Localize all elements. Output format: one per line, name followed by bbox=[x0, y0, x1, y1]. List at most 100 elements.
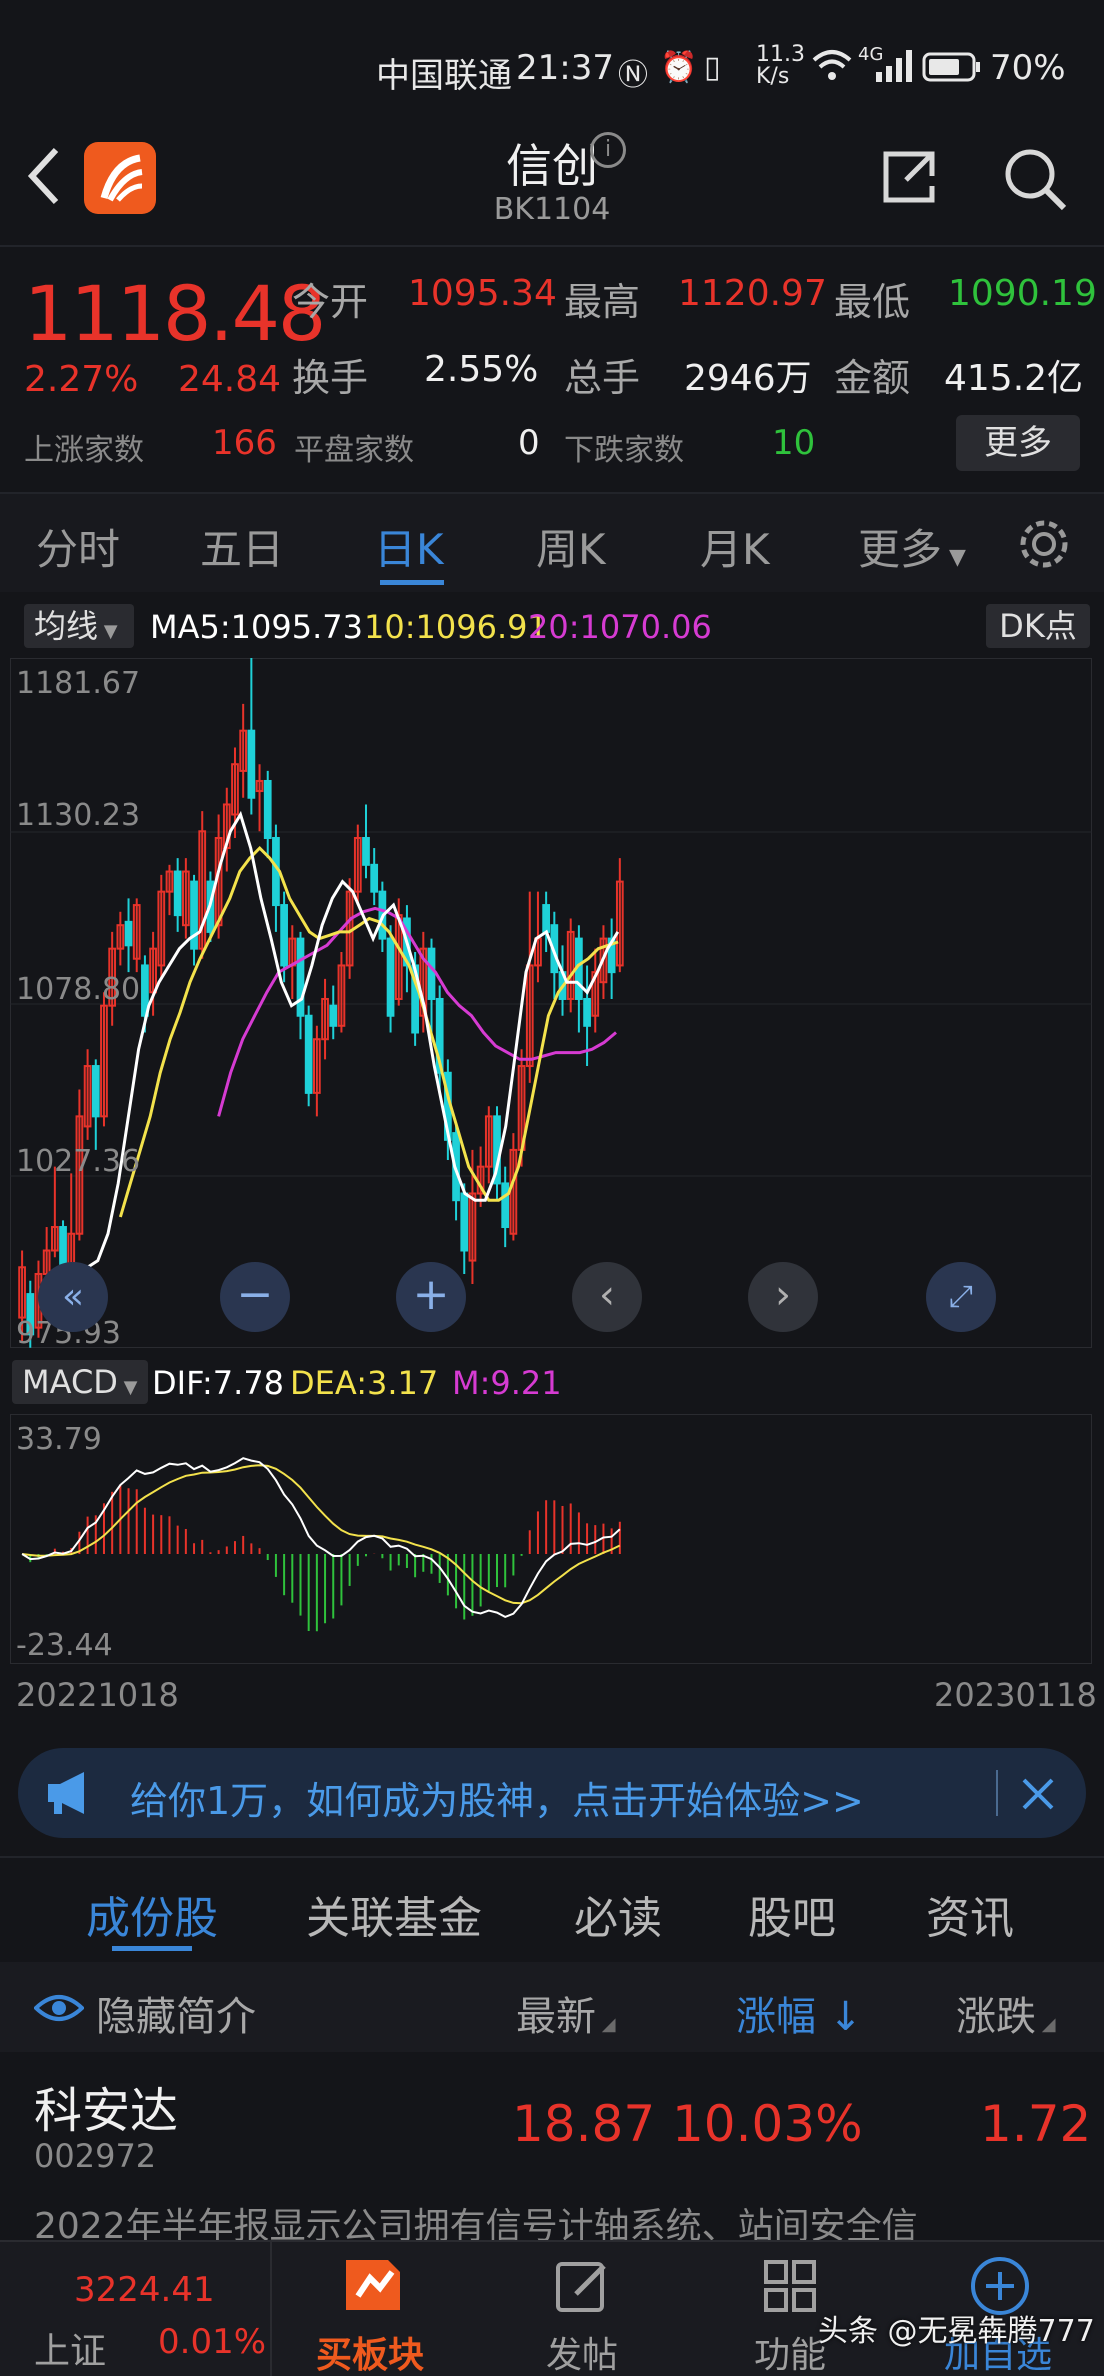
nav-divider bbox=[270, 2242, 272, 2376]
candle-body bbox=[501, 1182, 510, 1229]
grid-icon[interactable] bbox=[762, 2258, 818, 2314]
date-end: 20230118 bbox=[934, 1676, 1097, 1714]
status-bar: 中国联通 21:37 Ⓝ ⏰ ▯ 11.3 K/s 4G 70% bbox=[0, 0, 1104, 130]
nav-buy-sector[interactable]: 买板块 bbox=[316, 2326, 424, 2376]
candle-body bbox=[386, 937, 395, 1017]
price-axis-3: 1078.80 bbox=[16, 972, 141, 1007]
col-change[interactable]: 涨跌 ◢ bbox=[956, 1984, 1056, 2042]
index-name[interactable]: 上证 bbox=[34, 2322, 106, 2374]
amount-value: 415.2亿 bbox=[944, 358, 1084, 399]
candle-body bbox=[583, 997, 591, 1027]
tab-five-day[interactable]: 五日 bbox=[200, 516, 284, 577]
zoom-out-button[interactable]: − bbox=[220, 1262, 290, 1332]
ma10-legend: 10:1096.91 bbox=[364, 608, 548, 646]
candle-body bbox=[304, 1014, 313, 1094]
buy-sector-icon[interactable] bbox=[338, 2252, 408, 2318]
date-start: 20221018 bbox=[16, 1676, 179, 1714]
megaphone-icon bbox=[48, 1772, 84, 1814]
price-axis-2: 1130.23 bbox=[16, 798, 141, 833]
tab-must-read[interactable]: 必读 bbox=[574, 1882, 662, 1946]
tab-intraday[interactable]: 分时 bbox=[36, 516, 120, 577]
stock-change: 1.72 bbox=[980, 2095, 1092, 2153]
alarm-icon: ⏰ bbox=[660, 50, 698, 85]
gear-icon[interactable] bbox=[1016, 516, 1072, 572]
high-value: 1120.97 bbox=[678, 273, 827, 314]
wifi-icon bbox=[812, 50, 852, 80]
tab-news[interactable]: 资讯 bbox=[926, 1882, 1014, 1946]
zoom-in-button[interactable]: + bbox=[396, 1262, 466, 1332]
macd-axis-bottom: -23.44 bbox=[16, 1628, 113, 1663]
tab-constituents[interactable]: 成份股 bbox=[86, 1882, 218, 1946]
candle-body bbox=[460, 1192, 469, 1252]
index-pct: 0.01% bbox=[158, 2322, 267, 2362]
more-button[interactable]: 更多 bbox=[956, 415, 1080, 471]
net-speed: 11.3 K/s bbox=[756, 42, 805, 89]
up-count: 166 bbox=[212, 423, 277, 463]
hide-intro-toggle[interactable]: 隐藏简介 bbox=[96, 1984, 256, 2042]
quote-panel: 1118.48 2.27% 24.84 今开 1095.34 最高 1120.9… bbox=[0, 245, 1104, 490]
col-change-pct[interactable]: 涨幅 ↓ bbox=[736, 1984, 862, 2042]
fullscreen-button[interactable]: ⤢ bbox=[926, 1262, 996, 1332]
stock-name: 科安达 bbox=[34, 2083, 179, 2139]
flat-count-label: 平盘家数 bbox=[294, 433, 414, 468]
nav-functions[interactable]: 功能 bbox=[754, 2326, 826, 2376]
down-count: 10 bbox=[772, 423, 816, 463]
period-tabs: 分时 五日 日K 周K 月K 更多 ▼ bbox=[0, 492, 1104, 592]
tab-monthly-k[interactable]: 月K bbox=[700, 516, 770, 577]
info-icon[interactable]: i bbox=[590, 132, 626, 168]
dk-point-button[interactable]: DK点 bbox=[986, 604, 1090, 648]
macd-m-legend: M:9.21 bbox=[452, 1364, 562, 1402]
open-value: 1095.34 bbox=[408, 273, 557, 314]
ma-selector[interactable]: 均线 ▼ bbox=[24, 604, 134, 648]
stock-code: 002972 bbox=[34, 2137, 157, 2175]
flat-count: 0 bbox=[518, 423, 540, 463]
rewind-button[interactable]: « bbox=[38, 1262, 108, 1332]
col-latest[interactable]: 最新 ◢ bbox=[516, 1984, 616, 2042]
index-value: 3224.41 bbox=[74, 2270, 215, 2310]
clock: 21:37 bbox=[516, 48, 614, 88]
dea-legend: DEA:3.17 bbox=[290, 1364, 439, 1402]
macd-selector[interactable]: MACD ▼ bbox=[12, 1360, 148, 1404]
share-icon[interactable] bbox=[880, 146, 940, 206]
nav-post[interactable]: 发帖 bbox=[546, 2326, 618, 2376]
carrier-text: 中国联通 bbox=[376, 56, 512, 96]
change-value: 24.84 bbox=[178, 359, 282, 400]
scroll-left-button[interactable]: ‹ bbox=[572, 1262, 642, 1332]
kline-plot[interactable] bbox=[10, 658, 1092, 1348]
candle-body bbox=[542, 904, 550, 933]
price-axis-top: 1181.67 bbox=[16, 666, 141, 701]
change-percent: 2.27% bbox=[24, 359, 139, 400]
tab-daily-k[interactable]: 日K bbox=[374, 516, 444, 577]
tab-related-funds[interactable]: 关联基金 bbox=[306, 1882, 482, 1946]
nfc-icon: Ⓝ bbox=[618, 58, 648, 93]
low-value: 1090.19 bbox=[948, 273, 1097, 314]
candle-body bbox=[296, 937, 305, 1017]
app-root: 中国联通 21:37 Ⓝ ⏰ ▯ 11.3 K/s 4G 70% 信创 i BK1… bbox=[0, 0, 1104, 2376]
vibrate-icon: ▯ bbox=[704, 50, 721, 85]
ma5-legend: MA5:1095.73 bbox=[150, 608, 363, 646]
candle-body bbox=[329, 1004, 338, 1027]
tab-stock-forum[interactable]: 股吧 bbox=[748, 1882, 836, 1946]
battery-percent: 70% bbox=[990, 48, 1066, 88]
candle-body bbox=[263, 779, 272, 839]
table-row[interactable]: 科安达 002972 18.87 10.03% 1.72 2022年半年报显示公… bbox=[0, 2055, 1104, 2247]
candle-body bbox=[280, 904, 288, 967]
candle-body bbox=[370, 863, 379, 893]
eye-icon[interactable] bbox=[34, 1992, 84, 2024]
promo-divider bbox=[996, 1770, 998, 1816]
candle-body bbox=[124, 920, 133, 947]
candle-body bbox=[247, 729, 256, 799]
close-icon[interactable] bbox=[1018, 1774, 1058, 1814]
macd-plot[interactable] bbox=[10, 1414, 1092, 1664]
search-icon[interactable] bbox=[1000, 144, 1070, 214]
tab-more[interactable]: 更多 ▼ bbox=[858, 516, 966, 577]
header: 信创 i BK1104 bbox=[0, 130, 1104, 240]
tab-weekly-k[interactable]: 周K bbox=[536, 516, 606, 577]
scroll-right-button[interactable]: › bbox=[748, 1262, 818, 1332]
low-label: 最低 bbox=[834, 280, 911, 324]
candle-body bbox=[362, 836, 370, 866]
stock-price: 18.87 bbox=[512, 2095, 656, 2153]
edit-icon[interactable] bbox=[554, 2258, 610, 2314]
candle-body bbox=[427, 947, 436, 1000]
promo-banner[interactable]: 给你1万，如何成为股神，点击开始体验>> bbox=[18, 1748, 1086, 1838]
